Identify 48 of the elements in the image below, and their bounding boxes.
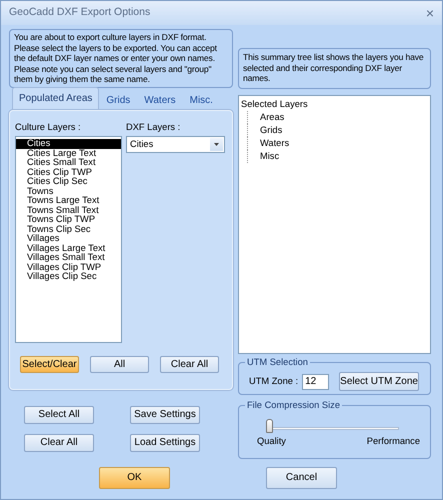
list-item[interactable]: Cities Large Text bbox=[16, 148, 121, 158]
list-item[interactable]: Towns Clip TWP bbox=[16, 215, 121, 224]
culture-layers-list[interactable] bbox=[15, 136, 122, 343]
close-icon[interactable]: × bbox=[426, 6, 434, 20]
list-item[interactable]: Villages Small Text bbox=[16, 253, 121, 262]
dxf-layers-label: DXF Layers : bbox=[126, 121, 182, 134]
tree-item[interactable]: Misc bbox=[260, 151, 280, 161]
layer-button[interactable]: All bbox=[90, 356, 149, 373]
list-item[interactable]: Cities Clip Sec bbox=[16, 177, 121, 186]
dxf-layer-dropdown[interactable]: Cities bbox=[126, 136, 225, 153]
utm-zone-field[interactable]: 12 bbox=[302, 374, 330, 390]
settings-button[interactable]: Clear All bbox=[24, 434, 94, 452]
slider-thumb[interactable] bbox=[266, 419, 273, 434]
tree-item[interactable]: Areas bbox=[260, 112, 284, 122]
list-item[interactable]: Cities Small Text bbox=[16, 158, 121, 168]
summary-text: This summary tree list shows the layers you have selected and their corresponding DXF layer names. bbox=[238, 48, 431, 89]
tab[interactable]: Populated Areas bbox=[12, 87, 100, 110]
tab[interactable]: Waters bbox=[137, 90, 183, 110]
culture-layers-label: Culture Layers : bbox=[15, 121, 82, 134]
tab[interactable]: Misc. bbox=[182, 90, 220, 110]
utm-zone-label: UTM Zone : bbox=[249, 374, 298, 388]
tab[interactable]: Grids bbox=[99, 90, 138, 110]
list-item[interactable]: Towns bbox=[16, 186, 121, 196]
performance-label: Performance bbox=[366, 435, 420, 448]
select-utm-zone-button[interactable]: Select UTM Zone bbox=[339, 372, 420, 392]
compression-slider[interactable] bbox=[266, 419, 399, 434]
dialog-button[interactable]: OK bbox=[99, 467, 170, 489]
dialog-button[interactable]: Cancel bbox=[266, 467, 337, 489]
tree-item[interactable]: Waters bbox=[260, 138, 290, 148]
list-item[interactable]: Villages Large Text bbox=[16, 244, 121, 253]
list-item[interactable]: Villages Clip TWP bbox=[16, 262, 121, 272]
list-item[interactable]: Cities Clip TWP bbox=[16, 168, 121, 177]
layer-button[interactable]: Clear All bbox=[160, 356, 219, 373]
settings-button[interactable]: Select All bbox=[24, 406, 94, 424]
instructions-text: You are about to export culture layers in DXF format. Please select the layers to be exported. You can accept the default DXF layer names or enter your own names. Please note you can select several layers and "group" them by giving them the same name. bbox=[9, 29, 233, 88]
tree-root[interactable]: Selected Layers bbox=[241, 98, 428, 111]
quality-label: Quality bbox=[257, 435, 286, 448]
settings-button[interactable]: Save Settings bbox=[130, 406, 200, 424]
layer-button[interactable]: Select/Clear bbox=[20, 356, 79, 373]
list-item[interactable]: Towns Small Text bbox=[16, 206, 121, 215]
settings-button[interactable]: Load Settings bbox=[130, 434, 200, 452]
list-item[interactable]: Villages bbox=[16, 234, 121, 244]
window-title: GeoCadd DXF Export Options bbox=[9, 5, 150, 20]
list-item[interactable]: Towns Large Text bbox=[16, 196, 121, 206]
tree-item[interactable]: Grids bbox=[260, 125, 282, 135]
list-item[interactable]: Villages Clip Sec bbox=[16, 272, 121, 282]
list-item[interactable]: Towns Clip Sec bbox=[16, 224, 121, 234]
list-item[interactable]: Cities bbox=[16, 139, 121, 148]
